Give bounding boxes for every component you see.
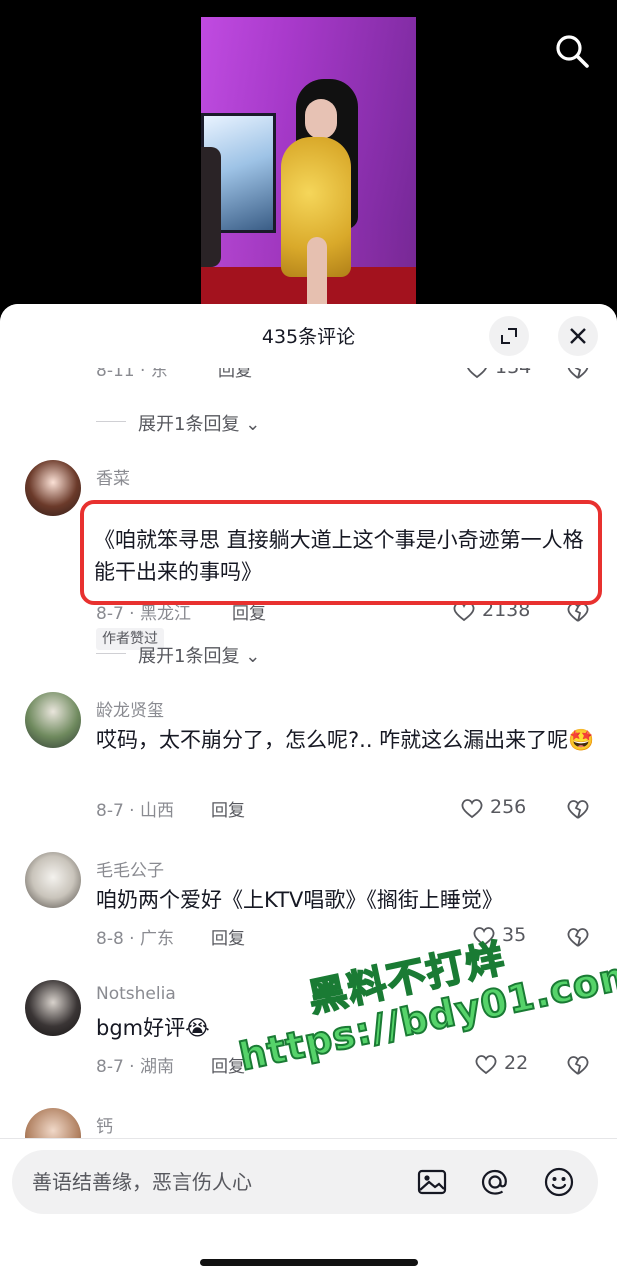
video-area[interactable] [0,0,617,320]
chevron-down-icon: ⌄ [245,646,261,667]
heart-icon [475,1055,497,1075]
avatar[interactable] [25,852,81,908]
reply-button[interactable]: 回复 [211,796,245,821]
chevron-down-icon: ⌄ [245,414,261,435]
comment-username[interactable]: 钙 [96,1112,113,1137]
like-count: 35 [502,924,527,946]
emoji-icon[interactable] [543,1166,575,1198]
comment-list[interactable]: 8-11 · 东 回复 134 展开1条回复 ⌄ 香菜 《咱就笨寻思 直接躺大道… [0,344,617,1139]
comment-sheet: 435条评论 8-11 · 东 回复 134 [0,304,617,1280]
comment-text: 咱奶两个爱好《上KTV唱歌》《搁街上睡觉》 [96,888,503,912]
comment-username[interactable]: 龄龙贤玺 [96,696,164,721]
close-button[interactable] [558,316,598,356]
avatar[interactable] [25,1108,81,1139]
broken-heart-icon [567,800,589,819]
image-icon[interactable] [416,1166,448,1198]
broken-heart-icon [567,1056,589,1075]
expand-replies-button[interactable]: 展开1条回复 ⌄ [96,410,296,435]
avatar[interactable] [25,460,81,516]
comment-username[interactable]: 毛毛公子 [96,856,164,881]
avatar[interactable] [25,692,81,748]
reply-button[interactable]: 回复 [211,924,245,949]
comment-input-bar [12,1150,598,1214]
expand-button[interactable] [489,316,529,356]
dislike-button[interactable] [565,1052,591,1076]
expand-line [96,421,126,422]
comment-input[interactable] [32,1162,392,1202]
like-count: 256 [490,796,527,818]
comment-meta: 8-7 · 山西 [96,801,174,821]
expand-replies-button[interactable]: 展开1条回复 ⌄ [96,642,296,667]
broken-heart-icon [567,928,589,947]
expand-replies-label: 展开1条回复 [138,414,240,435]
expand-icon [501,328,517,344]
comment-text: 《咱就笨寻思 直接躺大道上这个事是小奇迹第一人格能干出来的事吗》 [94,528,584,584]
home-indicator[interactable] [200,1259,418,1266]
expand-line [96,653,126,654]
dislike-button[interactable] [565,924,591,948]
comment-text: 哎码，太不崩分了，怎么呢?.. 咋就这么漏出来了呢🤩 [96,728,595,752]
video-person-left [201,147,221,267]
search-icon[interactable] [552,31,592,71]
video-singer-face [305,99,337,139]
highlight-box: 《咱就笨寻思 直接躺大道上这个事是小奇迹第一人格能干出来的事吗》 [80,500,602,605]
sheet-header: 435条评论 [0,304,617,368]
comment-meta: 8-7 · 湖南 [96,1057,174,1077]
like-button[interactable]: 35 [472,924,542,948]
input-divider [0,1138,617,1139]
expand-replies-label: 展开1条回复 [138,646,240,667]
dislike-button[interactable] [565,796,591,820]
like-count: 22 [504,1052,529,1074]
comment-username[interactable]: 香菜 [96,464,130,489]
like-button[interactable]: 256 [460,796,540,820]
at-mention-icon[interactable] [479,1166,511,1198]
video-thumbnail[interactable] [201,17,416,312]
like-button[interactable]: 22 [474,1052,544,1076]
reply-button[interactable]: 回复 [211,1052,245,1077]
comment-meta: 8-8 · 广东 [96,929,174,949]
comment-text: bgm好评😭 [96,1016,210,1040]
avatar[interactable] [25,980,81,1036]
video-singer-leg [307,237,327,312]
heart-icon [461,799,483,819]
comment-username[interactable]: Notshelia [96,984,176,1004]
close-icon [570,328,586,344]
heart-icon [473,927,495,947]
